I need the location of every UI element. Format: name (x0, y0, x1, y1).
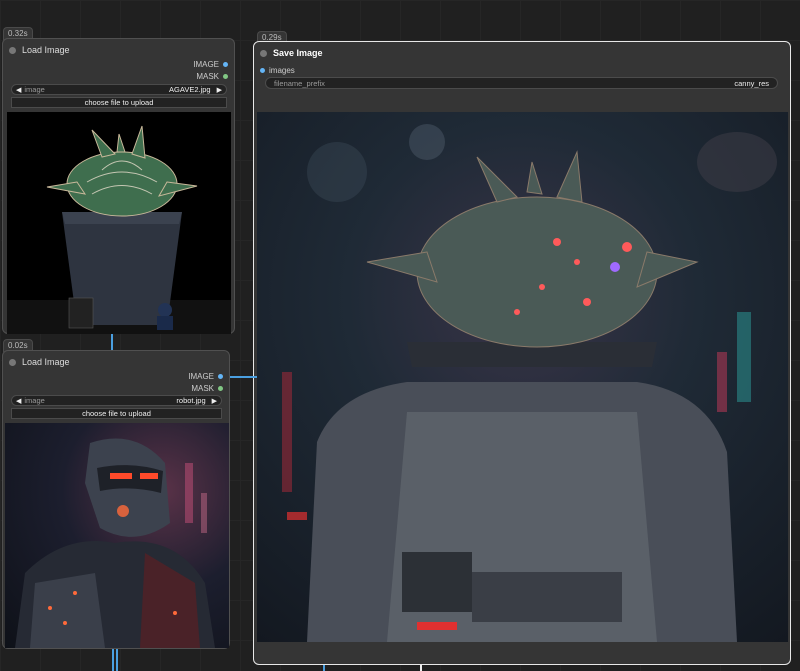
output-image-slot[interactable]: IMAGE (193, 60, 228, 69)
slot-connector-icon[interactable] (223, 62, 228, 67)
node-title: Load Image (22, 45, 70, 55)
output-mask-slot[interactable]: MASK (191, 384, 223, 393)
image-combo[interactable]: ◀ image robot.jpg ▶ (11, 395, 222, 406)
output-image-slot[interactable]: IMAGE (188, 372, 223, 381)
link-wire (323, 665, 325, 671)
link-wire (111, 334, 113, 350)
cactus-robot-result-image (257, 112, 788, 642)
link-wire (420, 665, 422, 671)
image-combo[interactable]: ◀ image AGAVE2.jpg ▶ (11, 84, 227, 95)
link-wire (230, 376, 257, 378)
node-title: Load Image (22, 357, 70, 367)
upload-button[interactable]: choose file to upload (11, 97, 227, 108)
load-image-node[interactable]: Load Image IMAGE MASK ◀ image robot.jpg … (2, 350, 230, 649)
upload-button[interactable]: choose file to upload (11, 408, 222, 419)
slot-connector-icon[interactable] (223, 74, 228, 79)
filename-prefix-field[interactable]: filename_prefix canny_res (265, 77, 778, 89)
save-image-node[interactable]: Save Image images filename_prefix canny_… (253, 41, 791, 665)
node-header[interactable]: Load Image (3, 351, 229, 373)
slot-connector-icon[interactable] (218, 374, 223, 379)
collapse-dot-icon[interactable] (9, 46, 16, 54)
arrow-left-icon[interactable]: ◀ (16, 397, 21, 405)
input-images-slot[interactable]: images (260, 66, 295, 75)
collapse-dot-icon[interactable] (9, 358, 16, 366)
arrow-right-icon[interactable]: ▶ (212, 397, 217, 405)
output-mask-slot[interactable]: MASK (196, 72, 228, 81)
cyberpunk-robot-image (5, 423, 229, 648)
arrow-right-icon[interactable]: ▶ (217, 86, 222, 94)
load-image-node[interactable]: Load Image IMAGE MASK ◀ image AGAVE2.jpg… (2, 38, 235, 334)
node-header[interactable]: Save Image (254, 42, 790, 64)
arrow-left-icon[interactable]: ◀ (16, 86, 21, 94)
slot-connector-icon[interactable] (218, 386, 223, 391)
agave-cactus-image (7, 112, 231, 334)
link-wire (116, 649, 118, 671)
node-header[interactable]: Load Image (3, 39, 234, 61)
collapse-dot-icon[interactable] (260, 49, 267, 57)
slot-connector-icon[interactable] (260, 68, 265, 73)
node-title: Save Image (273, 48, 323, 58)
link-wire (112, 649, 114, 671)
